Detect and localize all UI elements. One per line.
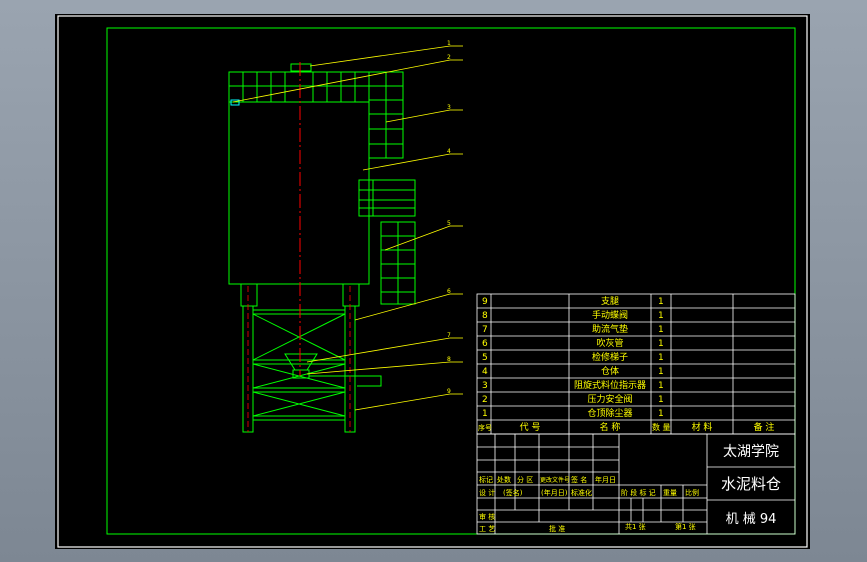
level-indicator-platform — [358, 179, 416, 217]
leader-lines — [232, 45, 463, 411]
row-qty: 1 — [658, 367, 664, 377]
row-qty: 1 — [658, 409, 664, 419]
header-remarks: 备 注 — [754, 421, 775, 433]
scale-label: 比例 — [685, 488, 699, 497]
row-name: 吹灰管 — [596, 337, 623, 349]
revision-headers: 标记 处数 分 区 更改文件号 签 名 年月日 设 计 (签名) (年月日) 标… — [479, 475, 699, 533]
row-seq: 3 — [482, 381, 488, 391]
balloon-labels: 1 2 3 4 5 6 7 8 9 — [447, 40, 451, 395]
dust-collector — [290, 63, 312, 72]
ladder-cage-upper — [368, 71, 404, 159]
row-seq: 5 — [482, 353, 488, 363]
rev-doc-no: 更改文件号 — [540, 476, 570, 484]
row-seq: 6 — [482, 339, 488, 349]
weight-label: 重量 — [663, 489, 677, 497]
balloon-9: 9 — [447, 388, 451, 395]
leg-hidden-lines — [247, 286, 351, 432]
row-qty: 1 — [658, 381, 664, 391]
parts-list-header: 序号 代 号 名 称 数 量 材 料 备 注 — [478, 421, 774, 433]
row-seq: 4 — [482, 367, 488, 377]
leg-cap-left — [240, 283, 258, 307]
leg-cap-right — [342, 283, 360, 307]
balloon-3: 3 — [447, 104, 451, 111]
class-id: 机 械 94 — [726, 512, 777, 527]
drawing-title: 水泥料仓 — [721, 475, 781, 493]
row-seq: 1 — [482, 409, 488, 419]
row-qty: 1 — [658, 395, 664, 405]
row-name: 助流气垫 — [592, 323, 628, 335]
review-label: 审 核 — [479, 512, 495, 521]
header-seq: 序号 — [478, 423, 492, 432]
row-qty: 1 — [658, 297, 664, 307]
cad-drawing: 1 2 3 4 5 6 7 8 9 9 支腿 1 8 手动蝶阀 1 7 助流气垫… — [57, 15, 808, 548]
title-texts: 太湖学院 水泥料仓 机 械 94 — [721, 444, 781, 527]
row-qty: 1 — [658, 353, 664, 363]
header-name: 名 称 — [600, 421, 621, 433]
row-qty: 1 — [658, 339, 664, 349]
balloon-1: 1 — [447, 40, 451, 47]
roof-railing — [242, 72, 356, 102]
row-seq: 7 — [482, 325, 488, 335]
discharge-hopper — [284, 353, 318, 371]
school-name: 太湖学院 — [723, 444, 779, 460]
sheet-border — [57, 15, 808, 548]
balloon-6: 6 — [447, 288, 451, 295]
ladder-cage-lower — [380, 221, 416, 305]
row-seq: 9 — [482, 297, 488, 307]
support-legs — [242, 305, 356, 433]
rev-sign: 签 名 — [571, 475, 587, 484]
parts-list-rows: 9 支腿 1 8 手动蝶阀 1 7 助流气垫 1 6 吹灰管 1 5 检修梯子 … — [482, 295, 664, 419]
rev-count: 处数 — [497, 475, 511, 484]
standardization-label: 标准化 — [571, 488, 592, 497]
balloon-7: 7 — [447, 332, 451, 339]
balloon-8: 8 — [447, 356, 451, 363]
row-qty: 1 — [658, 311, 664, 321]
process-label: 工 艺 — [479, 525, 495, 533]
balloon-5: 5 — [447, 220, 451, 227]
rev-mark: 标记 — [479, 475, 493, 484]
sheet-total: 共1 张 — [625, 522, 646, 531]
cad-viewport[interactable]: 1 2 3 4 5 6 7 8 9 9 支腿 1 8 手动蝶阀 1 7 助流气垫… — [55, 14, 810, 549]
row-name: 仓体 — [601, 365, 619, 377]
row-name: 压力安全阀 — [587, 393, 632, 405]
row-seq: 8 — [482, 311, 488, 321]
design-date: (年月日) — [541, 488, 568, 497]
header-code: 代 号 — [520, 422, 541, 433]
silo-top-section — [228, 71, 370, 103]
parts-list-grid — [476, 293, 796, 435]
row-name: 仓顶除尘器 — [587, 407, 632, 419]
row-seq: 2 — [482, 395, 488, 405]
silo-elevation — [228, 63, 416, 433]
header-qty: 数 量 — [652, 422, 671, 432]
rev-zone: 分 区 — [517, 475, 533, 484]
balloon-2: 2 — [447, 54, 451, 61]
row-name: 手动蝶阀 — [592, 309, 628, 321]
row-name: 检修梯子 — [592, 351, 628, 363]
drawing-frame — [106, 27, 796, 535]
row-qty: 1 — [658, 325, 664, 335]
silo-body — [228, 101, 370, 285]
row-name: 阻旋式料位指示器 — [574, 379, 646, 391]
design-label: 设 计 — [479, 488, 495, 497]
row-name: 支腿 — [601, 295, 619, 307]
stage-label: 阶 段 标 记 — [621, 488, 656, 497]
design-sign: (签名) — [503, 488, 523, 497]
header-material: 材 料 — [692, 421, 713, 433]
sheet-number: 第1 张 — [675, 522, 696, 531]
balloon-4: 4 — [447, 148, 451, 155]
rev-date: 年月日 — [595, 475, 616, 484]
approve-label: 批 准 — [549, 524, 565, 533]
